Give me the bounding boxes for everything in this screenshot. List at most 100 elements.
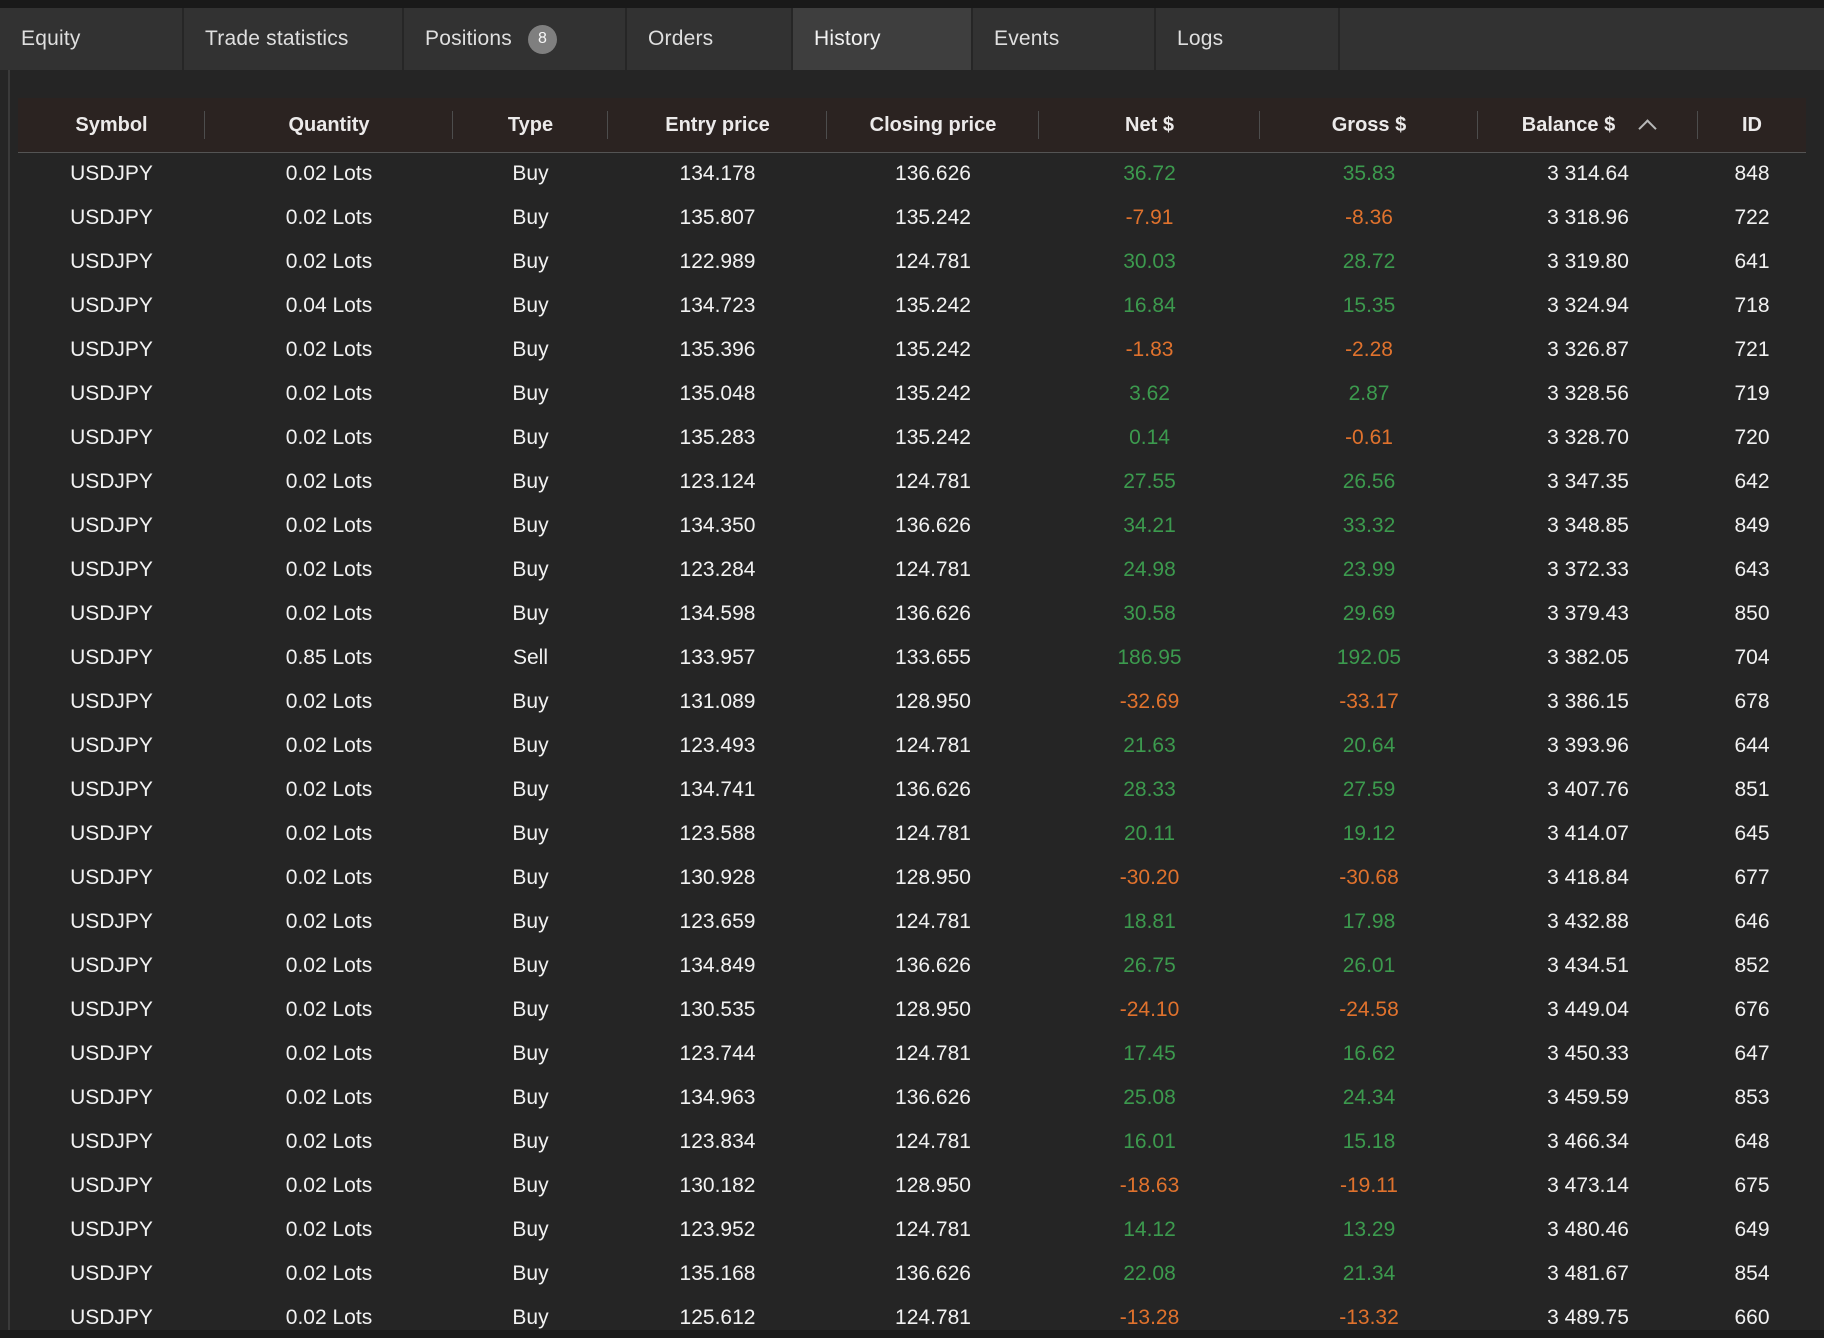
table-row[interactable]: USDJPY0.02 LotsBuy134.741136.62628.3327.… [18, 768, 1806, 812]
table-row[interactable]: USDJPY0.02 LotsBuy123.744124.78117.4516.… [18, 1032, 1806, 1076]
cell-type: Buy [453, 1262, 608, 1286]
cell-quantity: 0.02 Lots [205, 1262, 453, 1286]
cell-symbol: USDJPY [18, 822, 205, 846]
column-header-closing-price[interactable]: Closing price [827, 98, 1039, 152]
table-row[interactable]: USDJPY0.02 LotsBuy135.396135.242-1.83-2.… [18, 328, 1806, 372]
cell-entry-price: 134.350 [608, 514, 827, 538]
column-header-label: Balance $ [1522, 114, 1615, 137]
cell-closing-price: 136.626 [827, 162, 1039, 186]
cell-type: Buy [453, 1086, 608, 1110]
table-row[interactable]: USDJPY0.02 LotsBuy123.834124.78116.0115.… [18, 1120, 1806, 1164]
cell-balance: 3 473.14 [1478, 1174, 1698, 1198]
cell-gross: 2.87 [1260, 382, 1478, 406]
cell-id: 722 [1698, 206, 1806, 230]
table-row[interactable]: USDJPY0.02 LotsBuy130.535128.950-24.10-2… [18, 988, 1806, 1032]
table-row[interactable]: USDJPY0.02 LotsBuy123.493124.78121.6320.… [18, 724, 1806, 768]
cell-entry-price: 125.612 [608, 1306, 827, 1330]
tab-history[interactable]: History [793, 8, 973, 70]
table-row[interactable]: USDJPY0.02 LotsBuy123.952124.78114.1213.… [18, 1208, 1806, 1252]
cell-net: 3.62 [1039, 382, 1260, 406]
cell-id: 678 [1698, 690, 1806, 714]
cell-type: Buy [453, 1174, 608, 1198]
window-bottom-edge [0, 1330, 1824, 1338]
cell-entry-price: 134.723 [608, 294, 827, 318]
column-header-balance[interactable]: Balance $ [1478, 98, 1698, 152]
column-header-symbol[interactable]: Symbol [18, 98, 205, 152]
cell-type: Buy [453, 162, 608, 186]
cell-entry-price: 134.598 [608, 602, 827, 626]
cell-net: 25.08 [1039, 1086, 1260, 1110]
tab-logs[interactable]: Logs [1156, 8, 1340, 70]
cell-net: 26.75 [1039, 954, 1260, 978]
table-row[interactable]: USDJPY0.02 LotsBuy131.089128.950-32.69-3… [18, 680, 1806, 724]
column-header-quantity[interactable]: Quantity [205, 98, 453, 152]
cell-quantity: 0.02 Lots [205, 866, 453, 890]
cell-net: -18.63 [1039, 1174, 1260, 1198]
table-row[interactable]: USDJPY0.02 LotsBuy123.124124.78127.5526.… [18, 460, 1806, 504]
table-row[interactable]: USDJPY0.02 LotsBuy130.182128.950-18.63-1… [18, 1164, 1806, 1208]
cell-quantity: 0.02 Lots [205, 910, 453, 934]
tab-equity[interactable]: Equity [0, 8, 184, 70]
cell-type: Buy [453, 998, 608, 1022]
cell-entry-price: 131.089 [608, 690, 827, 714]
tab-events[interactable]: Events [973, 8, 1156, 70]
cell-closing-price: 135.242 [827, 426, 1039, 450]
cell-id: 641 [1698, 250, 1806, 274]
table-row[interactable]: USDJPY0.02 LotsBuy135.283135.2420.14-0.6… [18, 416, 1806, 460]
table-row[interactable]: USDJPY0.02 LotsBuy130.928128.950-30.20-3… [18, 856, 1806, 900]
cell-id: 660 [1698, 1306, 1806, 1330]
cell-gross: 26.01 [1260, 954, 1478, 978]
table-row[interactable]: USDJPY0.02 LotsBuy134.598136.62630.5829.… [18, 592, 1806, 636]
tab-trade-statistics[interactable]: Trade statistics [184, 8, 404, 70]
table-row[interactable]: USDJPY0.02 LotsBuy135.807135.242-7.91-8.… [18, 196, 1806, 240]
table-row[interactable]: USDJPY0.85 LotsSell133.957133.655186.951… [18, 636, 1806, 680]
cell-balance: 3 328.56 [1478, 382, 1698, 406]
table-row[interactable]: USDJPY0.02 LotsBuy122.989124.78130.0328.… [18, 240, 1806, 284]
table-row[interactable]: USDJPY0.02 LotsBuy123.284124.78124.9823.… [18, 548, 1806, 592]
table-row[interactable]: USDJPY0.04 LotsBuy134.723135.24216.8415.… [18, 284, 1806, 328]
column-header-gross[interactable]: Gross $ [1260, 98, 1478, 152]
tab-positions[interactable]: Positions8 [404, 8, 627, 70]
tab-label: Orders [648, 27, 713, 51]
cell-symbol: USDJPY [18, 1042, 205, 1066]
table-row[interactable]: USDJPY0.02 LotsBuy135.048135.2423.622.87… [18, 372, 1806, 416]
cell-type: Buy [453, 426, 608, 450]
cell-type: Buy [453, 690, 608, 714]
column-header-id[interactable]: ID [1698, 98, 1806, 152]
cell-type: Buy [453, 470, 608, 494]
cell-net: 30.58 [1039, 602, 1260, 626]
cell-type: Buy [453, 558, 608, 582]
table-row[interactable]: USDJPY0.02 LotsBuy135.168136.62622.0821.… [18, 1252, 1806, 1296]
cell-type: Sell [453, 646, 608, 670]
cell-net: 14.12 [1039, 1218, 1260, 1242]
cell-id: 719 [1698, 382, 1806, 406]
cell-closing-price: 133.655 [827, 646, 1039, 670]
cell-gross: 27.59 [1260, 778, 1478, 802]
column-header-type[interactable]: Type [453, 98, 608, 152]
table-row[interactable]: USDJPY0.02 LotsBuy134.849136.62626.7526.… [18, 944, 1806, 988]
tab-orders[interactable]: Orders [627, 8, 793, 70]
table-row[interactable]: USDJPY0.02 LotsBuy134.178136.62636.7235.… [18, 152, 1806, 196]
table-row[interactable]: USDJPY0.02 LotsBuy123.588124.78120.1119.… [18, 812, 1806, 856]
column-header-label: Closing price [870, 114, 997, 137]
column-header-entry-price[interactable]: Entry price [608, 98, 827, 152]
cell-type: Buy [453, 294, 608, 318]
table-row[interactable]: USDJPY0.02 LotsBuy134.350136.62634.2133.… [18, 504, 1806, 548]
cell-id: 854 [1698, 1262, 1806, 1286]
cell-entry-price: 134.963 [608, 1086, 827, 1110]
column-header-net[interactable]: Net $ [1039, 98, 1260, 152]
table-row[interactable]: USDJPY0.02 LotsBuy123.659124.78118.8117.… [18, 900, 1806, 944]
cell-closing-price: 124.781 [827, 910, 1039, 934]
cell-id: 643 [1698, 558, 1806, 582]
cell-gross: -13.32 [1260, 1306, 1478, 1330]
table-row[interactable]: USDJPY0.02 LotsBuy134.963136.62625.0824.… [18, 1076, 1806, 1120]
cell-quantity: 0.85 Lots [205, 646, 453, 670]
cell-net: 17.45 [1039, 1042, 1260, 1066]
cell-net: 16.01 [1039, 1130, 1260, 1154]
cell-quantity: 0.02 Lots [205, 1130, 453, 1154]
cell-type: Buy [453, 1306, 608, 1330]
cell-entry-price: 135.396 [608, 338, 827, 362]
tab-bar: EquityTrade statisticsPositions8 Orders Hi… [0, 8, 1824, 70]
cell-closing-price: 136.626 [827, 954, 1039, 978]
column-header-label: ID [1742, 114, 1762, 137]
